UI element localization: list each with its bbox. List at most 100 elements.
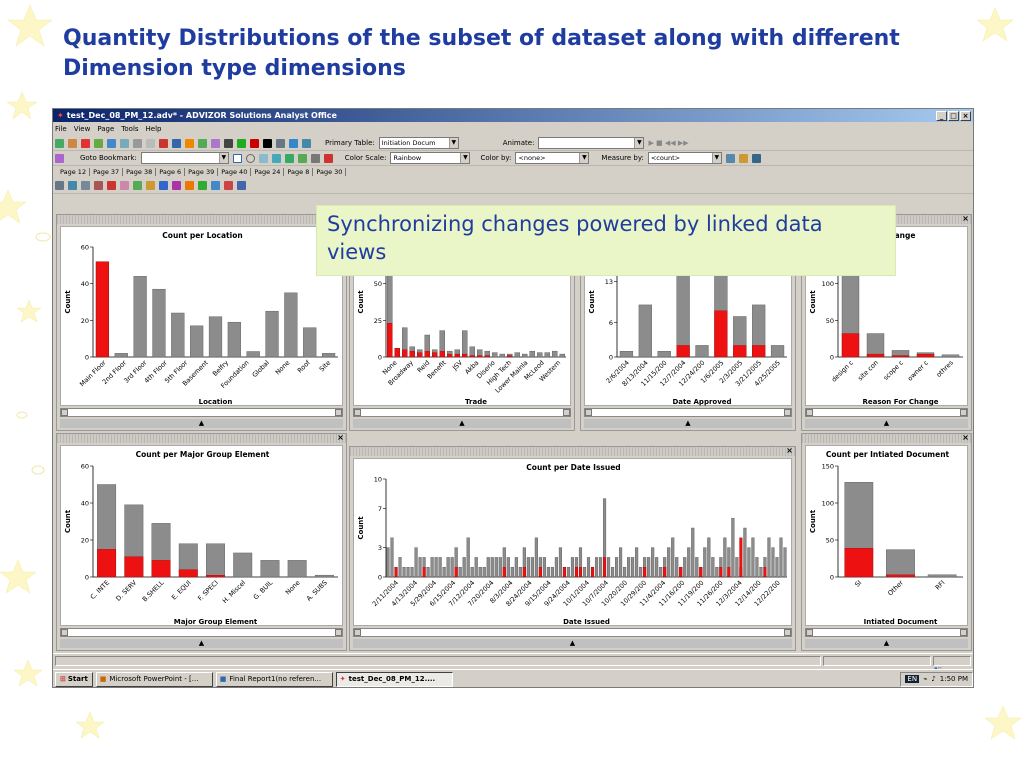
scroll-right-icon[interactable] bbox=[784, 629, 791, 636]
minimize-button[interactable]: _ bbox=[936, 110, 947, 121]
view-icon[interactable] bbox=[224, 181, 233, 190]
horizontal-scrollbar[interactable] bbox=[805, 628, 968, 637]
panel-footer[interactable]: ▲ bbox=[60, 639, 343, 648]
chart-area[interactable]: Count per Intiated Document 0 50 100 150 Coun… bbox=[805, 445, 968, 626]
tab-page-6[interactable]: Page 6 bbox=[156, 168, 186, 176]
animate-select[interactable]: ▼ bbox=[538, 137, 645, 149]
chart-area[interactable]: Count per Location 0 20 40 60 Count Location Ma… bbox=[60, 226, 343, 406]
scroll-right-icon[interactable] bbox=[784, 409, 791, 416]
view-icon[interactable] bbox=[94, 181, 103, 190]
pen-icon[interactable] bbox=[276, 138, 285, 148]
menu-help[interactable]: Help bbox=[146, 125, 162, 133]
tag-icon[interactable] bbox=[211, 138, 220, 148]
scroll-left-icon[interactable] bbox=[61, 629, 68, 636]
tab-page-40[interactable]: Page 40 bbox=[218, 168, 252, 176]
view-icon[interactable] bbox=[81, 181, 90, 190]
palette-icon[interactable] bbox=[323, 153, 333, 163]
horizontal-scrollbar[interactable] bbox=[805, 408, 968, 417]
primary-table-select[interactable]: Initiation Docum ▼ bbox=[378, 137, 459, 149]
scroll-right-icon[interactable] bbox=[960, 629, 967, 636]
measure-by-select[interactable]: <count> ▼ bbox=[647, 152, 722, 164]
horizontal-scrollbar[interactable] bbox=[584, 408, 792, 417]
panel-footer[interactable]: ▲ bbox=[805, 639, 968, 648]
view-icon[interactable] bbox=[133, 181, 142, 190]
tab-page-37[interactable]: Page 37 bbox=[90, 168, 124, 176]
taskbar-item-advizor[interactable]: ✦ test_Dec_08_PM_12.... bbox=[335, 671, 453, 687]
tab-page-24[interactable]: Page 24 bbox=[251, 168, 285, 176]
view-icon[interactable] bbox=[120, 181, 129, 190]
menu-file[interactable]: File bbox=[55, 125, 67, 133]
bar-chart-icon[interactable] bbox=[55, 138, 64, 148]
folder-icon[interactable] bbox=[738, 153, 748, 163]
scroll-left-icon[interactable] bbox=[61, 409, 68, 416]
scroll-left-icon[interactable] bbox=[354, 629, 361, 636]
volume-icon[interactable]: ♪ bbox=[931, 675, 935, 683]
view-icon[interactable] bbox=[55, 181, 64, 190]
color-by-select[interactable]: <none> ▼ bbox=[515, 152, 590, 164]
menu-page[interactable]: Page bbox=[97, 125, 114, 133]
horizontal-scrollbar[interactable] bbox=[353, 408, 571, 417]
view-icon[interactable] bbox=[185, 181, 194, 190]
pie-icon[interactable] bbox=[81, 138, 90, 148]
scroll-left-icon[interactable] bbox=[806, 409, 813, 416]
panel-titlebar[interactable]: × bbox=[57, 433, 346, 443]
bookmark-icon[interactable] bbox=[55, 153, 64, 163]
clock[interactable]: 1:50 PM bbox=[940, 675, 968, 683]
scroll-right-icon[interactable] bbox=[335, 629, 342, 636]
close-panel-icon[interactable]: × bbox=[961, 214, 970, 223]
close-button[interactable]: × bbox=[960, 110, 971, 121]
start-button[interactable]: ⊞ Start bbox=[55, 671, 93, 687]
panel-titlebar[interactable]: × bbox=[350, 446, 795, 456]
network-icon[interactable] bbox=[224, 138, 233, 148]
print-icon[interactable] bbox=[725, 153, 735, 163]
tab-page-39[interactable]: Page 39 bbox=[185, 168, 219, 176]
color-scale-select[interactable]: Rainbow ▼ bbox=[390, 152, 471, 164]
scroll-right-icon[interactable] bbox=[335, 409, 342, 416]
panel-titlebar[interactable]: × bbox=[802, 433, 971, 443]
show-all-icon[interactable] bbox=[297, 153, 307, 163]
view-icon[interactable] bbox=[68, 181, 77, 190]
tab-page-12[interactable]: Page 12 bbox=[57, 168, 91, 176]
chart-area[interactable]: Count per Date Issued 0 3 7 10 Count Date Issu… bbox=[353, 458, 792, 626]
taskbar-item-powerpoint[interactable]: ■ Microsoft PowerPoint - [... bbox=[95, 671, 213, 687]
chart-area[interactable]: Count per Major Group Element 0 20 40 60 Coun… bbox=[60, 445, 343, 626]
goto-bookmark-select[interactable]: ▼ bbox=[140, 152, 229, 164]
view-icon[interactable] bbox=[237, 181, 246, 190]
circle-select-icon[interactable] bbox=[245, 153, 255, 163]
grid-icon[interactable] bbox=[198, 138, 207, 148]
close-panel-icon[interactable]: × bbox=[336, 433, 345, 442]
panel-footer[interactable]: ▲ bbox=[60, 419, 343, 428]
panel-titlebar[interactable] bbox=[57, 215, 346, 224]
scroll-left-icon[interactable] bbox=[806, 629, 813, 636]
menu-view[interactable]: View bbox=[74, 125, 91, 133]
close-panel-icon[interactable]: × bbox=[961, 433, 970, 442]
scroll-right-icon[interactable] bbox=[960, 409, 967, 416]
scroll-right-icon[interactable] bbox=[563, 409, 570, 416]
lasso-icon[interactable] bbox=[258, 153, 268, 163]
view-icon[interactable] bbox=[146, 181, 155, 190]
area-chart-icon[interactable] bbox=[107, 138, 116, 148]
database-icon[interactable] bbox=[302, 138, 311, 148]
taskbar-item-report[interactable]: ■ Final Report1(no referen... bbox=[215, 671, 333, 687]
horizontal-scrollbar[interactable] bbox=[353, 628, 792, 637]
panel-footer[interactable]: ▲ bbox=[353, 419, 571, 428]
redo-icon[interactable] bbox=[146, 138, 155, 148]
view-icon[interactable] bbox=[159, 181, 168, 190]
tree-icon[interactable] bbox=[237, 138, 246, 148]
scroll-left-icon[interactable] bbox=[585, 409, 592, 416]
view-icon[interactable] bbox=[211, 181, 220, 190]
color-icon[interactable] bbox=[185, 138, 194, 148]
tab-page-30[interactable]: Page 30 bbox=[313, 168, 347, 176]
table-icon[interactable] bbox=[120, 138, 129, 148]
rect-select-icon[interactable] bbox=[232, 153, 242, 163]
help-icon[interactable] bbox=[250, 138, 259, 148]
tab-page-38[interactable]: Page 38 bbox=[123, 168, 157, 176]
reset-icon[interactable] bbox=[310, 153, 320, 163]
language-indicator[interactable]: EN bbox=[905, 675, 920, 683]
view-icon[interactable] bbox=[107, 181, 116, 190]
undo-icon[interactable] bbox=[133, 138, 142, 148]
play-icon[interactable]: ▶ ■ ◀◀ ▶▶ bbox=[648, 139, 688, 147]
square-icon[interactable] bbox=[263, 138, 272, 148]
include-icon[interactable] bbox=[271, 153, 281, 163]
horizontal-scrollbar[interactable] bbox=[60, 408, 343, 417]
